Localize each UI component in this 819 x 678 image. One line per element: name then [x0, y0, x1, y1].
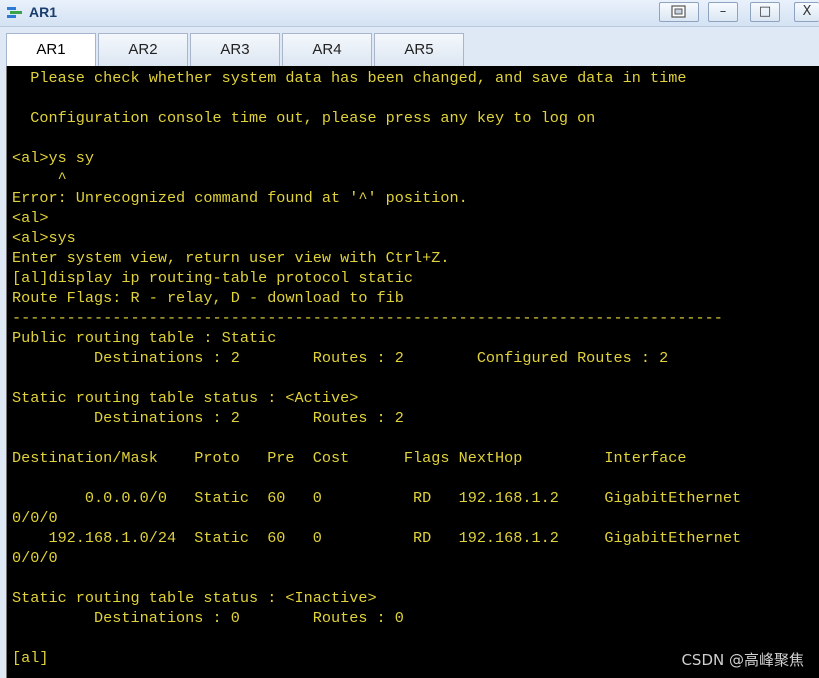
router-app-icon [7, 7, 22, 18]
terminal-line: 0/0/0 [12, 509, 58, 527]
tab-ar5[interactable]: AR5 [374, 33, 464, 66]
close-button[interactable]: X [794, 2, 819, 22]
terminal-line: Error: Unrecognized command found at '^'… [12, 189, 468, 207]
title-bar: AR1 – □ X [0, 0, 819, 27]
maximize-button[interactable]: □ [750, 2, 780, 22]
terminal-line: ----------------------------------------… [12, 309, 723, 327]
terminal-line: Destination/Mask Proto Pre Cost Flags Ne… [12, 449, 687, 467]
window-title: AR1 [29, 4, 58, 20]
tab-ar4[interactable]: AR4 [282, 33, 372, 66]
restore-icon [671, 5, 686, 18]
terminal-line: <al> [12, 209, 49, 227]
watermark: CSDN @高峰聚焦 [681, 651, 804, 669]
terminal-line: Please check whether system data has bee… [12, 69, 687, 87]
restore-button[interactable] [659, 2, 699, 22]
tab-bar: AR1 AR2 AR3 AR4 AR5 [0, 27, 819, 67]
terminal-line: Destinations : 2 Routes : 2 Configured R… [12, 349, 669, 367]
tab-ar3[interactable]: AR3 [190, 33, 280, 66]
terminal-line: Destinations : 2 Routes : 2 [12, 409, 404, 427]
terminal-line: [al] [12, 649, 49, 667]
tab-ar2[interactable]: AR2 [98, 33, 188, 66]
terminal-line: ^ [12, 169, 67, 187]
tab-ar1[interactable]: AR1 [6, 33, 96, 67]
terminal-line: 192.168.1.0/24 Static 60 0 RD 192.168.1.… [12, 529, 742, 547]
terminal-line: Route Flags: R - relay, D - download to … [12, 289, 404, 307]
minimize-button[interactable]: – [708, 2, 738, 22]
terminal-line: Configuration console time out, please p… [12, 109, 596, 127]
terminal-line: 0/0/0 [12, 549, 58, 567]
terminal-line: Destinations : 0 Routes : 0 [12, 609, 404, 627]
terminal-line: Static routing table status : <Inactive> [12, 589, 377, 607]
terminal-line: Static routing table status : <Active> [12, 389, 359, 407]
terminal-line: Public routing table : Static [12, 329, 277, 347]
terminal-console[interactable]: CSDN @高峰聚焦 Please check whether system d… [6, 66, 819, 678]
terminal-line: 0.0.0.0/0 Static 60 0 RD 192.168.1.2 Gig… [12, 489, 742, 507]
terminal-line: <al>ys sy [12, 149, 95, 167]
terminal-line: <al>sys [12, 229, 76, 247]
terminal-line: [al]display ip routing-table protocol st… [12, 269, 414, 287]
terminal-line: Enter system view, return user view with… [12, 249, 450, 267]
